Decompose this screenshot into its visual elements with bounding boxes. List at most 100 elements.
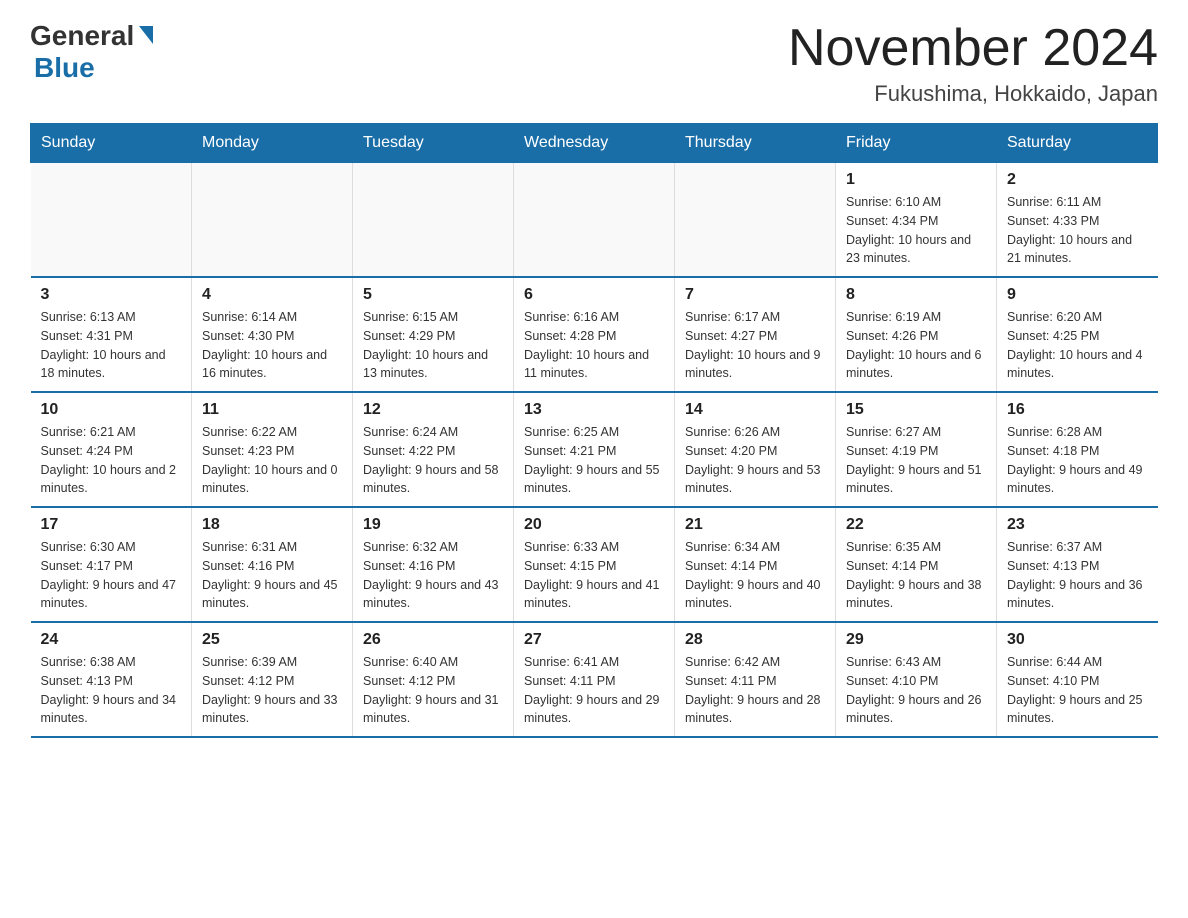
calendar-cell: 18 Sunrise: 6:31 AMSunset: 4:16 PMDayligh… <box>192 507 353 622</box>
calendar-cell: 2 Sunrise: 6:11 AMSunset: 4:33 PMDaylight… <box>997 163 1158 278</box>
calendar-cell: 28 Sunrise: 6:42 AMSunset: 4:11 PMDayligh… <box>675 622 836 737</box>
day-info: Sunrise: 6:21 AMSunset: 4:24 PMDaylight:… <box>41 423 182 498</box>
calendar-cell: 24 Sunrise: 6:38 AMSunset: 4:13 PMDayligh… <box>31 622 192 737</box>
day-info: Sunrise: 6:20 AMSunset: 4:25 PMDaylight:… <box>1007 308 1148 383</box>
calendar-cell: 9 Sunrise: 6:20 AMSunset: 4:25 PMDaylight… <box>997 277 1158 392</box>
calendar-cell <box>514 163 675 278</box>
logo-arrow-icon <box>139 26 153 44</box>
day-info: Sunrise: 6:34 AMSunset: 4:14 PMDaylight:… <box>685 538 825 613</box>
day-number: 21 <box>685 516 825 534</box>
calendar-table: SundayMondayTuesdayWednesdayThursdayFrid… <box>30 123 1158 738</box>
calendar-cell: 22 Sunrise: 6:35 AMSunset: 4:14 PMDayligh… <box>836 507 997 622</box>
day-info: Sunrise: 6:37 AMSunset: 4:13 PMDaylight:… <box>1007 538 1148 613</box>
logo-blue-word: Blue <box>34 52 95 83</box>
day-info: Sunrise: 6:15 AMSunset: 4:29 PMDaylight:… <box>363 308 503 383</box>
calendar-cell: 13 Sunrise: 6:25 AMSunset: 4:21 PMDayligh… <box>514 392 675 507</box>
calendar-cell <box>353 163 514 278</box>
calendar-cell: 21 Sunrise: 6:34 AMSunset: 4:14 PMDayligh… <box>675 507 836 622</box>
day-info: Sunrise: 6:25 AMSunset: 4:21 PMDaylight:… <box>524 423 664 498</box>
day-number: 19 <box>363 516 503 534</box>
logo-general-word: General <box>30 20 134 52</box>
day-number: 18 <box>202 516 342 534</box>
calendar-cell: 19 Sunrise: 6:32 AMSunset: 4:16 PMDayligh… <box>353 507 514 622</box>
day-number: 9 <box>1007 286 1148 304</box>
day-info: Sunrise: 6:40 AMSunset: 4:12 PMDaylight:… <box>363 653 503 728</box>
calendar-week-3: 10Sunrise: 6:21 AMSunset: 4:24 PMDayligh… <box>31 392 1158 507</box>
day-info: Sunrise: 6:32 AMSunset: 4:16 PMDaylight:… <box>363 538 503 613</box>
calendar-week-5: 24 Sunrise: 6:38 AMSunset: 4:13 PMDayligh… <box>31 622 1158 737</box>
calendar-cell: 16 Sunrise: 6:28 AMSunset: 4:18 PMDayligh… <box>997 392 1158 507</box>
calendar-cell <box>31 163 192 278</box>
logo-general-text: General <box>30 20 153 52</box>
day-number: 30 <box>1007 631 1148 649</box>
day-info: Sunrise: 6:10 AMSunset: 4:34 PMDaylight:… <box>846 193 986 268</box>
weekday-header-monday: Monday <box>192 124 353 163</box>
calendar-cell: 11 Sunrise: 6:22 AMSunset: 4:23 PMDayligh… <box>192 392 353 507</box>
day-info: Sunrise: 6:44 AMSunset: 4:10 PMDaylight:… <box>1007 653 1148 728</box>
day-number: 29 <box>846 631 986 649</box>
day-info: Sunrise: 6:33 AMSunset: 4:15 PMDaylight:… <box>524 538 664 613</box>
day-info: Sunrise: 6:35 AMSunset: 4:14 PMDaylight:… <box>846 538 986 613</box>
day-number: 1 <box>846 171 986 189</box>
calendar-cell: 15 Sunrise: 6:27 AMSunset: 4:19 PMDayligh… <box>836 392 997 507</box>
calendar-week-4: 17Sunrise: 6:30 AMSunset: 4:17 PMDayligh… <box>31 507 1158 622</box>
day-info: Sunrise: 6:30 AMSunset: 4:17 PMDaylight:… <box>41 538 182 613</box>
day-number: 11 <box>202 401 342 419</box>
day-number: 22 <box>846 516 986 534</box>
day-number: 6 <box>524 286 664 304</box>
calendar-header-row: SundayMondayTuesdayWednesdayThursdayFrid… <box>31 124 1158 163</box>
day-info: Sunrise: 6:22 AMSunset: 4:23 PMDaylight:… <box>202 423 342 498</box>
day-info: Sunrise: 6:11 AMSunset: 4:33 PMDaylight:… <box>1007 193 1148 268</box>
day-info: Sunrise: 6:16 AMSunset: 4:28 PMDaylight:… <box>524 308 664 383</box>
calendar-cell: 5 Sunrise: 6:15 AMSunset: 4:29 PMDaylight… <box>353 277 514 392</box>
day-number: 3 <box>41 286 182 304</box>
weekday-header-sunday: Sunday <box>31 124 192 163</box>
weekday-header-saturday: Saturday <box>997 124 1158 163</box>
calendar-cell: 27 Sunrise: 6:41 AMSunset: 4:11 PMDayligh… <box>514 622 675 737</box>
calendar-cell: 8 Sunrise: 6:19 AMSunset: 4:26 PMDaylight… <box>836 277 997 392</box>
day-info: Sunrise: 6:26 AMSunset: 4:20 PMDaylight:… <box>685 423 825 498</box>
day-info: Sunrise: 6:19 AMSunset: 4:26 PMDaylight:… <box>846 308 986 383</box>
calendar-cell: 26 Sunrise: 6:40 AMSunset: 4:12 PMDayligh… <box>353 622 514 737</box>
day-info: Sunrise: 6:31 AMSunset: 4:16 PMDaylight:… <box>202 538 342 613</box>
day-number: 15 <box>846 401 986 419</box>
calendar-cell: 7Sunrise: 6:17 AMSunset: 4:27 PMDaylight… <box>675 277 836 392</box>
day-info: Sunrise: 6:13 AMSunset: 4:31 PMDaylight:… <box>41 308 182 383</box>
day-number: 4 <box>202 286 342 304</box>
day-number: 12 <box>363 401 503 419</box>
title-section: November 2024 Fukushima, Hokkaido, Japan <box>788 20 1158 107</box>
day-info: Sunrise: 6:42 AMSunset: 4:11 PMDaylight:… <box>685 653 825 728</box>
calendar-cell: 25Sunrise: 6:39 AMSunset: 4:12 PMDayligh… <box>192 622 353 737</box>
calendar-cell: 12 Sunrise: 6:24 AMSunset: 4:22 PMDayligh… <box>353 392 514 507</box>
day-number: 28 <box>685 631 825 649</box>
calendar-cell: 23Sunrise: 6:37 AMSunset: 4:13 PMDayligh… <box>997 507 1158 622</box>
day-info: Sunrise: 6:24 AMSunset: 4:22 PMDaylight:… <box>363 423 503 498</box>
day-info: Sunrise: 6:38 AMSunset: 4:13 PMDaylight:… <box>41 653 182 728</box>
day-info: Sunrise: 6:41 AMSunset: 4:11 PMDaylight:… <box>524 653 664 728</box>
day-number: 7 <box>685 286 825 304</box>
day-number: 8 <box>846 286 986 304</box>
day-number: 2 <box>1007 171 1148 189</box>
day-number: 13 <box>524 401 664 419</box>
subtitle: Fukushima, Hokkaido, Japan <box>788 81 1158 107</box>
day-info: Sunrise: 6:14 AMSunset: 4:30 PMDaylight:… <box>202 308 342 383</box>
day-number: 20 <box>524 516 664 534</box>
calendar-cell: 1 Sunrise: 6:10 AMSunset: 4:34 PMDaylight… <box>836 163 997 278</box>
calendar-cell: 29 Sunrise: 6:43 AMSunset: 4:10 PMDayligh… <box>836 622 997 737</box>
weekday-header-tuesday: Tuesday <box>353 124 514 163</box>
calendar-cell: 6 Sunrise: 6:16 AMSunset: 4:28 PMDaylight… <box>514 277 675 392</box>
weekday-header-friday: Friday <box>836 124 997 163</box>
day-info: Sunrise: 6:27 AMSunset: 4:19 PMDaylight:… <box>846 423 986 498</box>
calendar-cell: 14Sunrise: 6:26 AMSunset: 4:20 PMDayligh… <box>675 392 836 507</box>
day-number: 16 <box>1007 401 1148 419</box>
day-number: 24 <box>41 631 182 649</box>
page-header: General Blue November 2024 Fukushima, Ho… <box>30 20 1158 107</box>
calendar-cell: 10Sunrise: 6:21 AMSunset: 4:24 PMDayligh… <box>31 392 192 507</box>
day-info: Sunrise: 6:28 AMSunset: 4:18 PMDaylight:… <box>1007 423 1148 498</box>
day-number: 5 <box>363 286 503 304</box>
day-info: Sunrise: 6:39 AMSunset: 4:12 PMDaylight:… <box>202 653 342 728</box>
day-info: Sunrise: 6:43 AMSunset: 4:10 PMDaylight:… <box>846 653 986 728</box>
main-title: November 2024 <box>788 20 1158 77</box>
day-number: 27 <box>524 631 664 649</box>
day-number: 26 <box>363 631 503 649</box>
